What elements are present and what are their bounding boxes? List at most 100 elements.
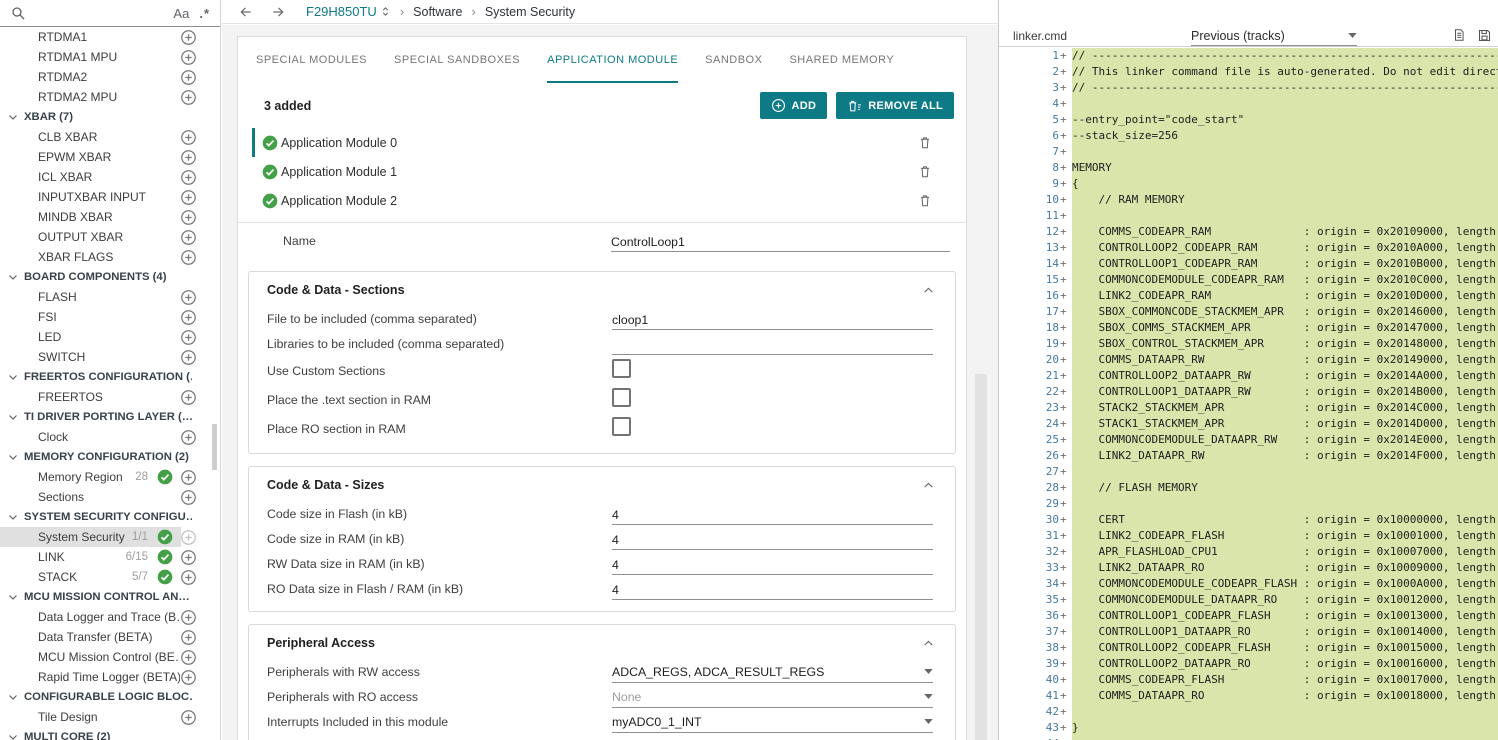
add-module-icon[interactable] <box>180 349 197 366</box>
add-module-icon[interactable] <box>180 89 197 106</box>
tree-group-memory-configuration-2[interactable]: MEMORY CONFIGURATION (2) <box>0 447 220 467</box>
regex-icon[interactable]: .* <box>199 6 210 21</box>
tree-group-system-security-configu[interactable]: SYSTEM SECURITY CONFIGU… <box>0 507 220 527</box>
tree-item-rtdma1-mpu[interactable]: RTDMA1 MPU <box>0 47 220 67</box>
tree-item-rapid-time-logger-beta[interactable]: Rapid Time Logger (BETA) <box>0 667 220 687</box>
tree-item-output-xbar[interactable]: OUTPUT XBAR <box>0 227 220 247</box>
tree-item-icl-xbar[interactable]: ICL XBAR <box>0 167 220 187</box>
add-module-icon[interactable] <box>180 329 197 346</box>
tree-item-sections[interactable]: Sections <box>0 487 220 507</box>
select-peripherals-with-ro-access[interactable]: None <box>612 687 933 708</box>
tree-item-flash[interactable]: FLASH <box>0 287 220 307</box>
add-module-icon[interactable] <box>180 249 197 266</box>
add-module-icon[interactable] <box>180 209 197 226</box>
tree-item-memory-region[interactable]: Memory Region28 <box>0 467 220 487</box>
tree-item-freertos[interactable]: FREERTOS <box>0 387 220 407</box>
tree-item-rtdma1[interactable]: RTDMA1 <box>0 27 220 47</box>
checkbox-place-the-text-section-in-ram[interactable] <box>612 388 631 407</box>
text-input-file-to-be-included-comma-separated[interactable]: cloop1 <box>612 309 933 330</box>
breadcrumb-system-security[interactable]: System Security <box>485 5 575 19</box>
tree-item-fsi[interactable]: FSI <box>0 307 220 327</box>
tree-group-ti-driver-porting-layer[interactable]: TI DRIVER PORTING LAYER (… <box>0 407 220 427</box>
collapse-toggle-icon[interactable] <box>922 284 935 297</box>
select-interrupts-included-in-this-module[interactable]: myADC0_1_INT <box>612 712 933 733</box>
add-module-icon[interactable] <box>180 149 197 166</box>
tree-item-mcu-mission-control-be[interactable]: MCU Mission Control (BE… <box>0 647 220 667</box>
tree-item-data-transfer-beta[interactable]: Data Transfer (BETA) <box>0 627 220 647</box>
add-module-icon[interactable] <box>180 169 197 186</box>
collapse-toggle-icon[interactable] <box>922 479 935 492</box>
add-module-icon[interactable] <box>180 49 197 66</box>
select-peripherals-with-rw-access[interactable]: ADCA_REGS, ADCA_RESULT_REGS <box>612 662 933 683</box>
tree-item-switch[interactable]: SWITCH <box>0 347 220 367</box>
text-input-ro-data-size-in-flash-ram-in-kb[interactable]: 4 <box>612 579 933 600</box>
text-input-rw-data-size-in-ram-in-kb[interactable]: 4 <box>612 554 933 575</box>
tree-item-xbar-flags[interactable]: XBAR FLAGS <box>0 247 220 267</box>
tree-item-epwm-xbar[interactable]: EPWM XBAR <box>0 147 220 167</box>
match-case-icon[interactable]: Aa <box>173 6 189 21</box>
add-module-icon[interactable] <box>180 389 197 406</box>
tree-item-data-logger-and-trace-b[interactable]: Data Logger and Trace (B… <box>0 607 220 627</box>
forward-arrow-icon[interactable] <box>270 5 286 19</box>
content-scrollbar-thumb[interactable] <box>975 374 987 740</box>
tree-item-led[interactable]: LED <box>0 327 220 347</box>
text-input-code-size-in-ram-in-kb[interactable]: 4 <box>612 529 933 550</box>
name-input[interactable]: ControlLoop1 <box>611 231 950 252</box>
tree-item-tile-design[interactable]: Tile Design <box>0 707 220 727</box>
delete-module-icon[interactable] <box>918 135 932 150</box>
tab-special-sandboxes[interactable]: SPECIAL SANDBOXES <box>394 37 520 83</box>
module-row[interactable]: Application Module 0 <box>252 128 952 157</box>
tree-item-link[interactable]: LINK6/15 <box>0 547 220 567</box>
module-row[interactable]: Application Module 1 <box>252 157 952 186</box>
device-selector[interactable]: F29H850TU <box>306 4 377 19</box>
tree-group-multi-core-2[interactable]: MULTI CORE (2) <box>0 727 220 740</box>
tab-sandbox[interactable]: SANDBOX <box>705 37 762 83</box>
add-module-icon[interactable] <box>180 669 197 686</box>
tree-group-freertos-configuration[interactable]: FREERTOS CONFIGURATION (… <box>0 367 220 387</box>
add-module-icon[interactable] <box>180 189 197 206</box>
add-module-icon[interactable] <box>180 229 197 246</box>
tree-item-inputxbar-input[interactable]: INPUTXBAR INPUT <box>0 187 220 207</box>
tree-item-mindb-xbar[interactable]: MINDB XBAR <box>0 207 220 227</box>
add-module-icon[interactable] <box>180 429 197 446</box>
tree-item-rtdma2-mpu[interactable]: RTDMA2 MPU <box>0 87 220 107</box>
tree-item-stack[interactable]: STACK5/7 <box>0 567 220 587</box>
add-module-icon[interactable] <box>180 549 197 566</box>
tree-group-configurable-logic-bloc[interactable]: CONFIGURABLE LOGIC BLOC… <box>0 687 220 707</box>
compare-mode-dropdown[interactable]: Previous (tracks) <box>1191 26 1357 46</box>
tab-application-module[interactable]: APPLICATION MODULE <box>547 37 678 83</box>
module-row[interactable]: Application Module 2 <box>252 186 952 215</box>
add-module-icon[interactable] <box>180 69 197 86</box>
add-module-icon[interactable] <box>180 709 197 726</box>
export-file-icon[interactable] <box>1452 27 1466 43</box>
tree-item-system-security[interactable]: System Security1/1 <box>0 527 220 547</box>
checkbox-use-custom-sections[interactable] <box>612 359 631 378</box>
tab-shared-memory[interactable]: SHARED MEMORY <box>789 37 894 83</box>
tab-special-modules[interactable]: SPECIAL MODULES <box>256 37 367 83</box>
add-module-icon[interactable] <box>180 569 197 586</box>
save-icon[interactable] <box>1477 28 1492 43</box>
tree-group-board-components-4[interactable]: BOARD COMPONENTS (4) <box>0 267 220 287</box>
add-module-icon[interactable] <box>180 289 197 306</box>
add-module-icon[interactable] <box>180 629 197 646</box>
tree-group-mcu-mission-control-an[interactable]: MCU MISSION CONTROL AN… <box>0 587 220 607</box>
breadcrumb-software[interactable]: Software <box>413 5 462 19</box>
tree-item-rtdma2[interactable]: RTDMA2 <box>0 67 220 87</box>
add-module-icon[interactable] <box>180 469 197 486</box>
text-input-code-size-in-flash-in-kb[interactable]: 4 <box>612 504 933 525</box>
add-module-icon[interactable] <box>180 529 197 546</box>
text-input-libraries-to-be-included-comma-separated[interactable] <box>612 334 933 355</box>
back-arrow-icon[interactable] <box>238 5 254 19</box>
sidebar-scrollbar-thumb[interactable] <box>212 424 217 470</box>
add-module-icon[interactable] <box>180 29 197 46</box>
add-module-icon[interactable] <box>180 489 197 506</box>
add-module-icon[interactable] <box>180 309 197 326</box>
module-search-bar[interactable]: Aa .* <box>0 0 220 27</box>
unfold-more-icon[interactable] <box>380 5 391 18</box>
add-button[interactable]: ADD <box>760 92 828 119</box>
remove-all-button[interactable]: REMOVE ALL <box>836 92 954 119</box>
add-module-icon[interactable] <box>180 129 197 146</box>
add-module-icon[interactable] <box>180 609 197 626</box>
tree-item-clock[interactable]: Clock <box>0 427 220 447</box>
delete-module-icon[interactable] <box>918 193 932 208</box>
